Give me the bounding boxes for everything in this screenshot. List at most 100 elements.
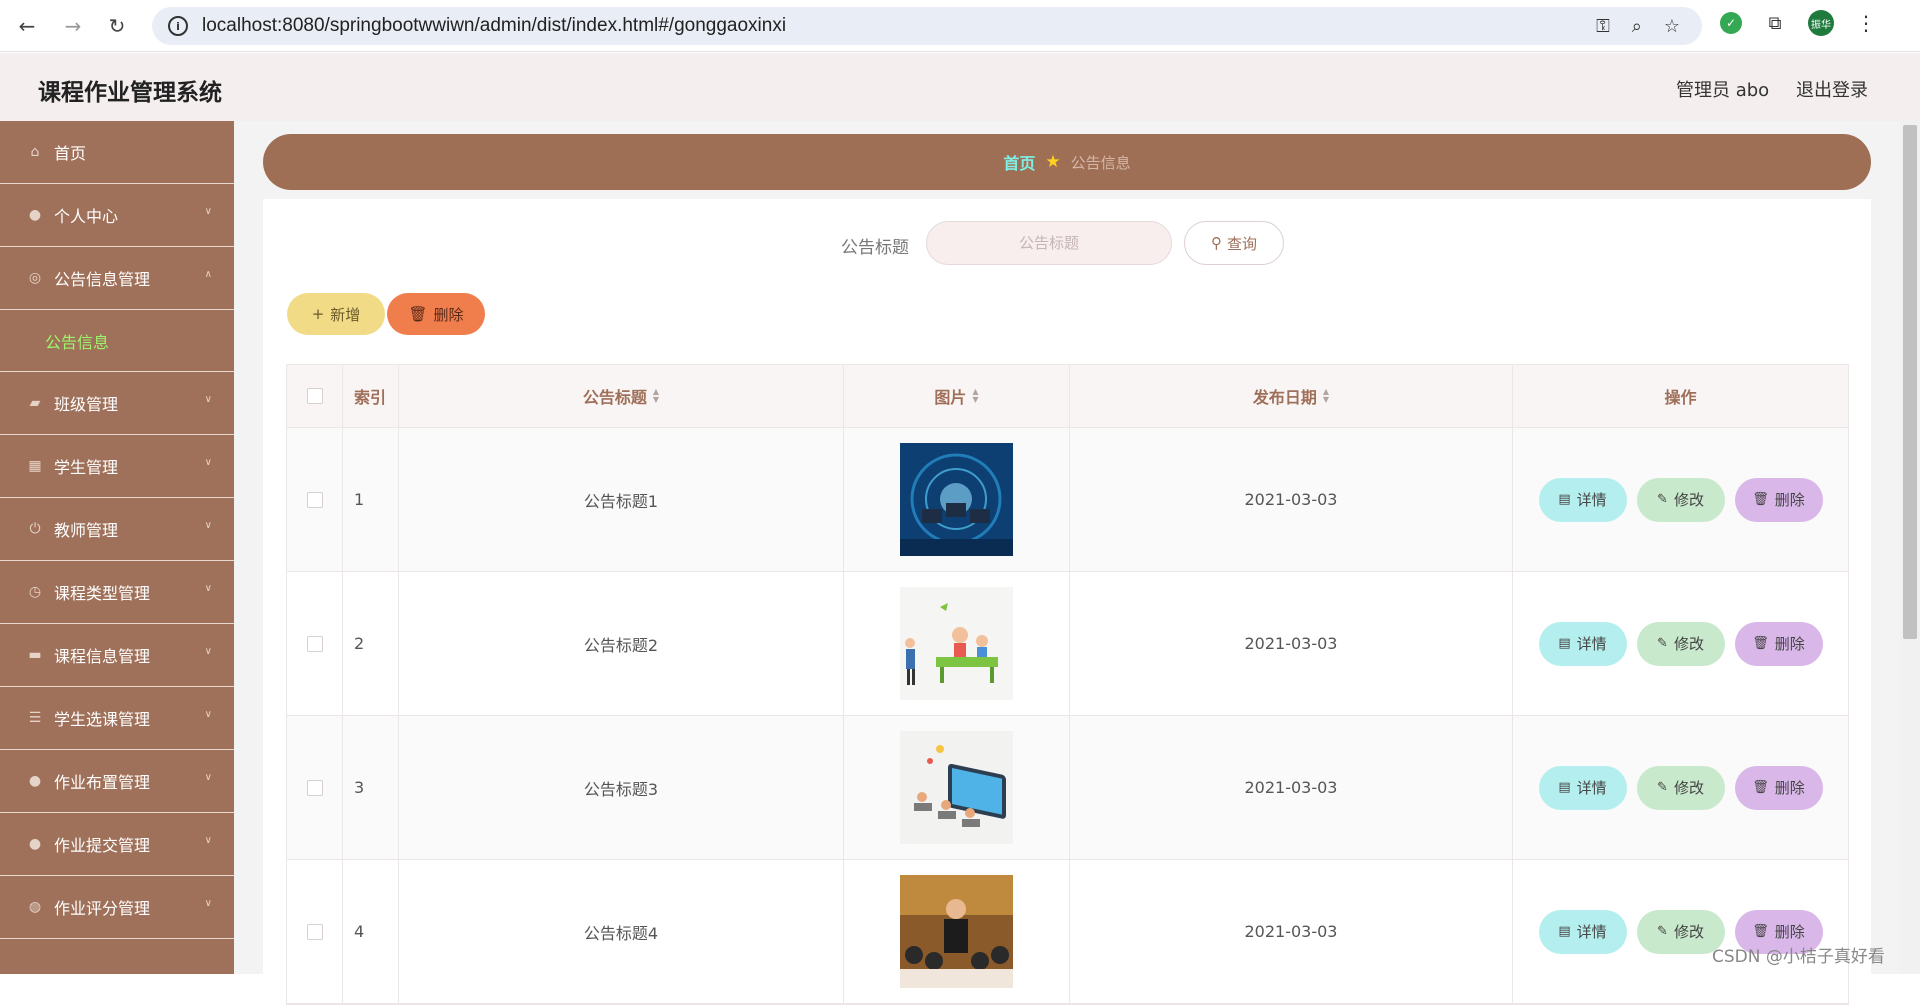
globe-icon: ◍ xyxy=(28,899,42,915)
document-icon: ▤ xyxy=(1558,636,1571,651)
row-delete-button[interactable]: 🗑 删除 xyxy=(1734,477,1823,522)
sidebar-item-more[interactable] xyxy=(0,939,234,974)
sidebar-item-label: 作业提交管理 xyxy=(54,836,151,855)
table-row: 4 公告标题4 2021-03-03 ▤ 详情 ✎ 修改 🗑 删除 xyxy=(287,860,1848,1004)
zoom-icon[interactable]: ⌕ xyxy=(1632,16,1642,37)
document-icon: ▤ xyxy=(1558,780,1571,795)
batch-delete-button[interactable]: 🗑 删除 xyxy=(387,293,485,335)
sidebar-item-class-management[interactable]: ▰ 班级管理 ∨ xyxy=(0,372,234,435)
sidebar-item-notice-management[interactable]: ◎ 公告信息管理 ∧ xyxy=(0,247,234,310)
header-date[interactable]: 发布日期 ▲ ▼ xyxy=(1070,365,1513,427)
sidebar-item-homework-assign-management[interactable]: ● 作业布置管理 ∨ xyxy=(0,750,234,813)
breadcrumb-home-link[interactable]: 首页 xyxy=(1003,150,1035,174)
app-title: 课程作业管理系统 xyxy=(38,80,222,106)
chevron-down-icon: ∨ xyxy=(204,520,212,531)
pencil-icon: ✎ xyxy=(1657,924,1668,939)
detail-button[interactable]: ▤ 详情 xyxy=(1538,621,1627,666)
sort-icon[interactable]: ▲ ▼ xyxy=(653,388,659,404)
reload-icon[interactable]: ↻ xyxy=(102,11,132,41)
chevron-down-icon: ∨ xyxy=(204,457,212,468)
document-icon: ▤ xyxy=(1558,924,1571,939)
location-icon: ● xyxy=(28,773,42,789)
row-delete-button[interactable]: 🗑 删除 xyxy=(1734,765,1823,810)
table-header: 索引 公告标题 ▲ ▼ 图片 ▲ ▼ 发布日期 ▲ ▼ 操作 xyxy=(287,365,1848,428)
sort-icon[interactable]: ▲ ▼ xyxy=(972,388,978,404)
browser-toolbar: ← → ↻ i localhost:8080/springbootwwiwn/a… xyxy=(0,0,1920,52)
pencil-icon: ✎ xyxy=(1657,780,1668,795)
sidebar-item-course-selection-management[interactable]: ☰ 学生选课管理 ∨ xyxy=(0,687,234,750)
scrollbar-thumb[interactable] xyxy=(1903,125,1917,639)
row-date: 2021-03-03 xyxy=(1070,572,1513,715)
app-header: 课程作业管理系统 管理员 abo 退出登录 xyxy=(0,53,1920,121)
chevron-down-icon: ∨ xyxy=(204,709,212,720)
sort-icon[interactable]: ▲ ▼ xyxy=(1323,388,1329,404)
notice-image-thumbnail[interactable] xyxy=(900,875,1013,988)
sidebar-item-student-management[interactable]: ▦ 学生管理 ∨ xyxy=(0,435,234,498)
back-icon[interactable]: ← xyxy=(12,11,42,41)
search-input[interactable] xyxy=(926,221,1172,265)
search-button-label: 查询 xyxy=(1226,234,1257,253)
sidebar-item-home[interactable]: ⌂ 首页 xyxy=(0,121,234,184)
logout-link[interactable]: 退出登录 xyxy=(1796,76,1868,102)
header-index: 索引 xyxy=(343,365,399,427)
search-label: 公告标题 xyxy=(841,238,909,258)
row-index: 3 xyxy=(343,716,399,859)
detail-button[interactable]: ▤ 详情 xyxy=(1538,909,1627,954)
site-info-icon[interactable]: i xyxy=(168,16,188,36)
sidebar-item-homework-submit-management[interactable]: ● 作业提交管理 ∨ xyxy=(0,813,234,876)
row-checkbox[interactable] xyxy=(306,923,323,940)
edit-button[interactable]: ✎ 修改 xyxy=(1636,477,1725,522)
current-user-label: 管理员 abo xyxy=(1676,80,1770,101)
browser-menu-icon[interactable]: ⋮ xyxy=(1856,11,1876,35)
chevron-down-icon: ∨ xyxy=(204,898,212,909)
sidebar-item-course-type-management[interactable]: ◷ 课程类型管理 ∨ xyxy=(0,561,234,624)
row-date: 2021-03-03 xyxy=(1070,428,1513,571)
sidebar-subitem-notice-info[interactable]: 公告信息 xyxy=(0,310,234,372)
address-bar[interactable]: i localhost:8080/springbootwwiwn/admin/d… xyxy=(152,7,1702,45)
sidebar-item-course-info-management[interactable]: ▬ 课程信息管理 ∨ xyxy=(0,624,234,687)
url-text[interactable]: localhost:8080/springbootwwiwn/admin/dis… xyxy=(202,15,786,37)
bookmark-star-icon[interactable]: ☆ xyxy=(1664,16,1680,37)
chevron-down-icon: ∨ xyxy=(204,772,212,783)
edit-button-label: 修改 xyxy=(1673,635,1704,653)
notice-image-thumbnail[interactable] xyxy=(900,731,1013,844)
row-delete-button[interactable]: 🗑 删除 xyxy=(1734,621,1823,666)
row-checkbox[interactable] xyxy=(306,779,323,796)
select-all-checkbox[interactable] xyxy=(306,388,323,404)
header-image-label: 图片 xyxy=(934,388,967,407)
extensions-puzzle-icon[interactable]: ⧉ xyxy=(1764,12,1786,34)
password-key-icon[interactable]: ⚿ xyxy=(1596,16,1610,37)
forward-icon[interactable]: → xyxy=(58,11,88,41)
content-card: 公告标题 ⚲ 查询 + 新增 🗑 删除 索引 公告标题 ▲▼ 图片 xyxy=(263,199,1871,1005)
row-title: 公告标题1 xyxy=(399,428,844,571)
detail-button[interactable]: ▤ 详情 xyxy=(1538,477,1627,522)
notice-image-thumbnail[interactable] xyxy=(900,587,1013,700)
header-image[interactable]: 图片 ▲ ▼ xyxy=(844,365,1070,427)
sidebar-item-label: 个人中心 xyxy=(54,207,119,226)
edit-button-label: 修改 xyxy=(1673,491,1704,509)
row-checkbox[interactable] xyxy=(306,491,323,508)
sidebar-item-label: 课程类型管理 xyxy=(54,584,151,603)
extension-check-icon[interactable]: ✓ xyxy=(1720,12,1742,34)
sidebar-item-teacher-management[interactable]: ⏻ 教师管理 ∨ xyxy=(0,498,234,561)
add-button[interactable]: + 新增 xyxy=(287,293,385,335)
header-title[interactable]: 公告标题 ▲ ▼ xyxy=(399,365,844,427)
profile-avatar[interactable]: 振华 xyxy=(1808,10,1834,36)
list-icon: ☰ xyxy=(28,710,42,726)
search-button[interactable]: ⚲ 查询 xyxy=(1184,221,1284,265)
chevron-down-icon: ∨ xyxy=(204,394,212,405)
edit-button[interactable]: ✎ 修改 xyxy=(1636,765,1725,810)
edit-button[interactable]: ✎ 修改 xyxy=(1636,621,1725,666)
header-ops: 操作 xyxy=(1664,388,1697,407)
sidebar-item-homework-grade-management[interactable]: ◍ 作业评分管理 ∨ xyxy=(0,876,234,939)
page-scrollbar[interactable] xyxy=(1900,121,1920,974)
notice-image-thumbnail[interactable] xyxy=(900,443,1013,556)
header-title-label: 公告标题 xyxy=(582,388,647,407)
notice-icon: ◎ xyxy=(28,270,42,286)
row-checkbox[interactable] xyxy=(306,635,323,652)
chevron-down-icon: ∨ xyxy=(204,835,212,846)
sidebar-item-personal-center[interactable]: ● 个人中心 ∨ xyxy=(0,184,234,247)
table-row: 3 公告标题3 2021-03-03 ▤ 详情 ✎ 修改 🗑 删除 xyxy=(287,716,1848,860)
detail-button[interactable]: ▤ 详情 xyxy=(1538,765,1627,810)
document-icon: ▤ xyxy=(1558,492,1571,507)
